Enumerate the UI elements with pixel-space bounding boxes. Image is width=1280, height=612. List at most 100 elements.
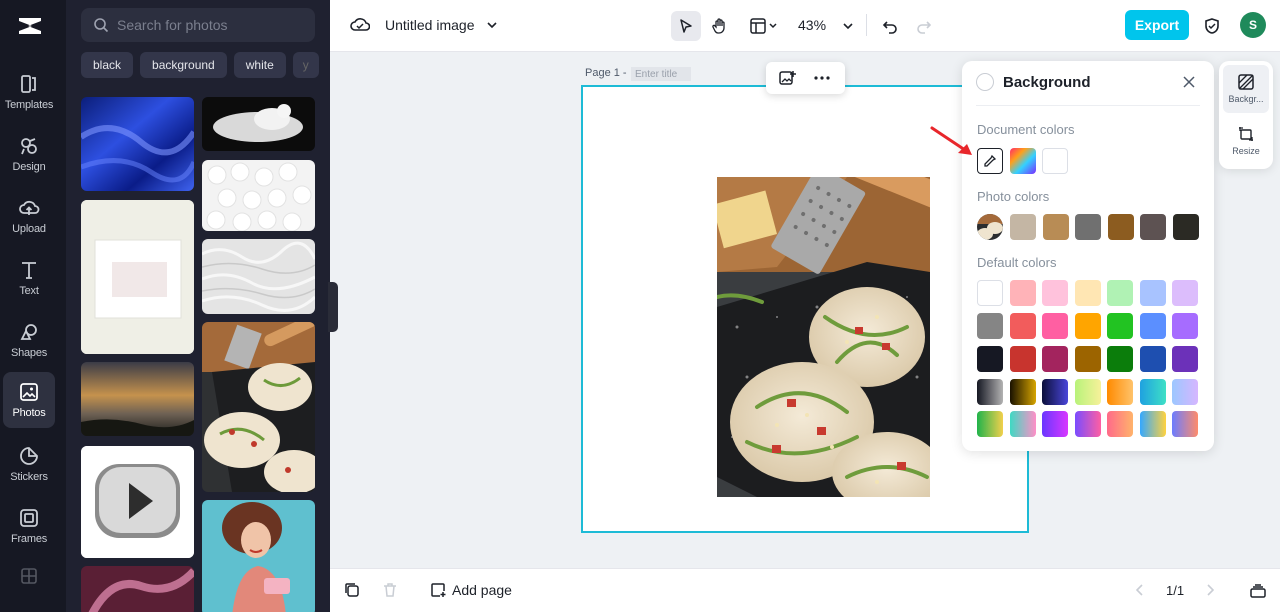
canvas-photo-pizza[interactable] <box>717 177 930 497</box>
resize-tab[interactable]: Resize <box>1223 117 1269 165</box>
color-picker-swatch[interactable] <box>1010 148 1036 174</box>
default-color-swatch[interactable] <box>1074 280 1101 306</box>
capcut-logo-icon[interactable] <box>16 12 44 40</box>
doc-color-white[interactable] <box>1042 148 1068 174</box>
photo-thumb-white-petals[interactable] <box>202 160 315 231</box>
chip-black[interactable]: black <box>81 52 134 78</box>
photo-thumb-paper-texture[interactable] <box>202 239 315 314</box>
sidebar-item-upload[interactable]: Upload <box>3 188 55 244</box>
default-color-swatch[interactable] <box>1042 280 1068 306</box>
default-color-swatch[interactable] <box>1107 346 1133 372</box>
document-title[interactable]: Untitled image <box>385 17 475 33</box>
page-title-input[interactable] <box>631 67 691 81</box>
default-color-swatch[interactable] <box>1172 280 1198 306</box>
search-icon <box>94 18 109 33</box>
sidebar-item-shapes[interactable]: Shapes <box>3 312 55 368</box>
photo-colors-thumbnail[interactable] <box>977 214 1003 240</box>
photo-color-swatch[interactable] <box>1075 214 1101 240</box>
panel-collapse-handle[interactable] <box>328 282 338 332</box>
photo-thumb-blue-silk[interactable] <box>81 97 194 191</box>
sidebar-item-text[interactable]: Text <box>3 250 55 306</box>
hand-tool-button[interactable] <box>705 11 735 41</box>
more-options-button[interactable] <box>814 76 830 80</box>
photo-search-input[interactable] <box>117 17 307 33</box>
photo-color-swatch[interactable] <box>1107 214 1134 240</box>
select-tool-button[interactable] <box>671 11 701 41</box>
background-tab[interactable]: Backgr... <box>1223 65 1269 113</box>
cloud-save-icon[interactable] <box>350 16 370 34</box>
next-page-button[interactable] <box>1204 583 1216 597</box>
default-color-swatch[interactable] <box>1172 313 1198 339</box>
previous-page-button[interactable] <box>1134 583 1146 597</box>
photo-thumb-sunset-sky[interactable] <box>81 362 194 436</box>
gradient-swatch[interactable] <box>1107 379 1133 405</box>
default-color-swatch[interactable] <box>1042 313 1068 339</box>
user-avatar[interactable]: S <box>1240 12 1266 38</box>
photo-color-swatch[interactable] <box>1172 214 1199 240</box>
shield-button[interactable] <box>1201 11 1223 41</box>
sidebar-item-design[interactable]: Design <box>3 126 55 182</box>
page-manager-button[interactable] <box>1250 582 1266 598</box>
photo-color-swatch[interactable] <box>1042 214 1069 240</box>
default-color-swatch[interactable] <box>1009 313 1036 339</box>
layout-menu-button[interactable] <box>744 11 784 41</box>
default-color-swatch[interactable] <box>977 346 1003 372</box>
delete-page-button[interactable] <box>382 582 398 598</box>
default-color-swatch[interactable] <box>1139 313 1166 339</box>
chip-more[interactable]: y <box>292 52 319 78</box>
default-color-swatch[interactable] <box>1107 280 1133 306</box>
photo-thumb-pizza-dough[interactable] <box>202 322 315 492</box>
default-color-swatch[interactable] <box>1139 346 1166 372</box>
default-color-swatch[interactable] <box>1074 313 1101 339</box>
eyedropper-button[interactable] <box>977 148 1003 174</box>
default-color-swatch[interactable] <box>1074 346 1101 372</box>
default-color-swatch[interactable] <box>1042 346 1068 372</box>
photo-thumb-play-button[interactable] <box>81 446 194 558</box>
add-page-button[interactable]: Add page <box>430 582 512 598</box>
gradient-swatch[interactable] <box>1042 411 1068 437</box>
chip-background[interactable]: background <box>140 52 227 78</box>
gradient-swatch[interactable] <box>977 379 1003 405</box>
replace-image-button[interactable] <box>779 70 797 86</box>
keyword-chips: black background white y <box>81 52 319 78</box>
redo-button[interactable] <box>913 11 935 41</box>
undo-button[interactable] <box>879 11 901 41</box>
gradient-swatch[interactable] <box>977 411 1003 437</box>
photo-thumb-woman-portrait[interactable] <box>202 500 315 612</box>
zoom-level[interactable]: 43% <box>798 17 826 33</box>
photo-thumb-white-frame[interactable] <box>81 200 194 354</box>
gradient-swatch[interactable] <box>1075 379 1101 405</box>
default-color-swatch[interactable] <box>1009 346 1036 372</box>
gradient-swatch[interactable] <box>1010 379 1036 405</box>
export-button[interactable]: Export <box>1125 10 1189 40</box>
sidebar-item-templates[interactable]: Templates <box>3 64 55 120</box>
photo-thumb-pink-abstract[interactable] <box>81 566 194 612</box>
gradient-swatch[interactable] <box>1010 411 1036 437</box>
gradient-swatch[interactable] <box>1172 411 1198 437</box>
gradient-swatch[interactable] <box>1075 411 1101 437</box>
gradient-swatch[interactable] <box>1172 379 1198 405</box>
default-color-swatch[interactable] <box>1107 313 1133 339</box>
zoom-dropdown-button[interactable] <box>838 11 858 41</box>
gradient-swatch[interactable] <box>1042 379 1068 405</box>
sidebar-item-more[interactable] <box>3 550 55 606</box>
sidebar-item-stickers[interactable]: Stickers <box>3 436 55 492</box>
sidebar-item-photos[interactable]: Photos <box>3 372 55 428</box>
gradient-swatch[interactable] <box>1140 379 1166 405</box>
gradient-swatch[interactable] <box>1107 411 1133 437</box>
default-color-swatch[interactable] <box>1139 280 1166 306</box>
default-color-swatch[interactable] <box>977 313 1003 339</box>
duplicate-page-button[interactable] <box>344 582 360 598</box>
photo-thumb-white-cat[interactable] <box>202 97 315 151</box>
default-color-swatch[interactable] <box>1009 280 1036 306</box>
gradient-swatch[interactable] <box>1140 411 1166 437</box>
photo-color-swatch[interactable] <box>1140 214 1166 240</box>
chip-white[interactable]: white <box>233 52 286 78</box>
photo-color-swatch[interactable] <box>1010 214 1036 240</box>
close-button[interactable] <box>1183 76 1195 88</box>
photo-search-box[interactable] <box>81 8 315 42</box>
sidebar-item-frames[interactable]: Frames <box>3 498 55 554</box>
chevron-down-icon[interactable] <box>486 19 498 31</box>
default-color-swatch[interactable] <box>1172 346 1198 372</box>
default-color-swatch[interactable] <box>977 280 1003 306</box>
